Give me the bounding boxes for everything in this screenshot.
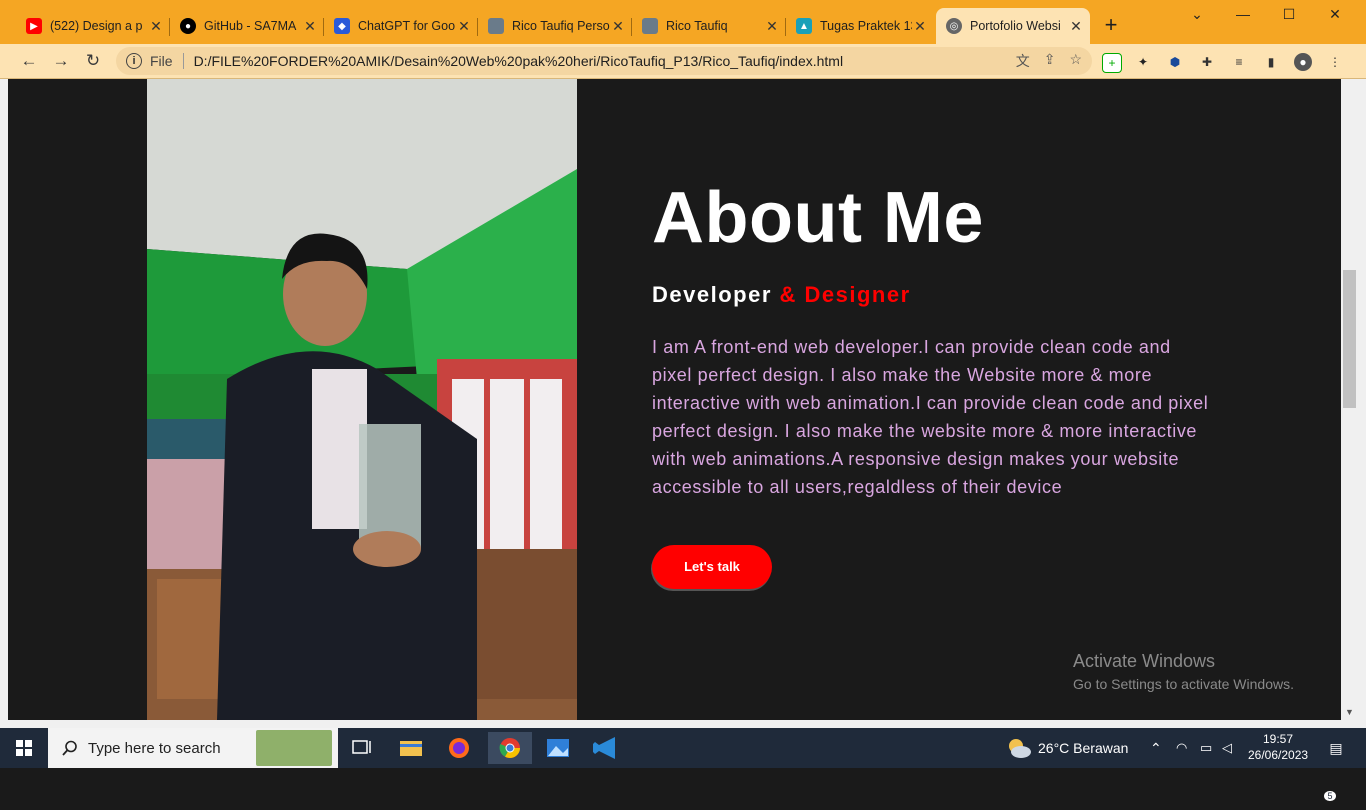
taskbar-clock[interactable]: 19:57 26/06/2023: [1248, 731, 1308, 763]
side-panel-icon[interactable]: ▮: [1262, 53, 1280, 71]
notification-icon: ▤: [1329, 740, 1343, 756]
scrollbar-thumb[interactable]: [1343, 270, 1356, 408]
search-highlight-image: [256, 730, 332, 766]
taskbar-search-box[interactable]: Type here to search: [48, 728, 338, 768]
search-icon: [62, 740, 77, 756]
extension-plus-icon[interactable]: +: [1102, 53, 1122, 73]
search-placeholder: Type here to search: [88, 739, 221, 757]
profile-photo: [147, 79, 577, 720]
activation-watermark-title: Activate Windows: [1073, 651, 1216, 671]
media-queue-icon[interactable]: ≡: [1230, 53, 1248, 71]
activation-watermark-subtitle: Go to Settings to activate Windows.: [1073, 676, 1294, 692]
tab-label: ChatGPT for Goo: [358, 19, 456, 33]
tab-youtube[interactable]: ▶ (522) Design a p ✕: [16, 8, 170, 44]
menu-kebab-icon[interactable]: ⋮: [1326, 53, 1344, 71]
profile-avatar[interactable]: ●: [1294, 53, 1312, 71]
info-icon[interactable]: i: [126, 53, 142, 69]
tab-portfolio[interactable]: ◎ Portofolio Websi ✕: [936, 8, 1090, 44]
classroom-icon: ▲: [796, 18, 812, 34]
close-icon[interactable]: ✕: [912, 18, 928, 35]
close-icon[interactable]: ✕: [302, 18, 318, 35]
window-right-edge: [1358, 79, 1366, 720]
role-accent: & Designer: [779, 282, 911, 307]
close-icon[interactable]: ✕: [456, 18, 472, 35]
close-icon[interactable]: ✕: [1068, 18, 1084, 35]
minimize-button[interactable]: —: [1220, 6, 1266, 28]
start-button[interactable]: [0, 728, 48, 768]
clock-date: 26/06/2023: [1248, 748, 1309, 762]
tab-search-chevron-icon[interactable]: ⌄: [1174, 6, 1220, 28]
lets-talk-button[interactable]: Let's talk: [652, 545, 772, 589]
page-scrollbar[interactable]: ▼: [1341, 79, 1358, 720]
chrome-icon[interactable]: [488, 732, 532, 764]
photos-icon[interactable]: [536, 732, 580, 764]
windows-taskbar: Type here to search 26°C Berawan ⌃ ◠ ▭ ◁…: [0, 728, 1366, 801]
notification-center-button[interactable]: ▤ 5: [1322, 728, 1350, 801]
scroll-down-arrow-icon[interactable]: ▼: [1345, 707, 1354, 717]
tab-chatgpt[interactable]: ◆ ChatGPT for Goo ✕: [324, 8, 478, 44]
window-bottom-edge: [0, 720, 1366, 728]
profile-photo-icon: [488, 18, 504, 34]
reload-button[interactable]: ↻: [82, 50, 104, 72]
firefox-icon[interactable]: [437, 732, 481, 764]
windows-logo-icon: [16, 740, 32, 756]
task-view-icon[interactable]: [340, 732, 384, 764]
clock-time: 19:57: [1262, 732, 1294, 746]
back-button[interactable]: ←: [18, 50, 40, 72]
address-bar[interactable]: i File D:/FILE%20FORDER%20AMIK/Desain%20…: [116, 47, 1092, 75]
vscode-icon[interactable]: [585, 732, 629, 764]
tab-rico[interactable]: Rico Taufiq ✕: [632, 8, 786, 44]
maximize-button[interactable]: ☐: [1266, 6, 1312, 28]
close-icon[interactable]: ✕: [764, 18, 780, 35]
file-explorer-icon[interactable]: [389, 732, 433, 764]
weather-text[interactable]: 26°C Berawan: [1038, 728, 1128, 768]
role-primary: Developer: [652, 282, 772, 307]
tray-chevron-icon[interactable]: ⌃: [1150, 728, 1162, 768]
extensions-puzzle-icon[interactable]: ✚: [1198, 53, 1216, 71]
extension-hexagon-icon[interactable]: ⬢: [1166, 53, 1184, 71]
battery-icon[interactable]: ▭: [1200, 728, 1212, 768]
tab-label: (522) Design a p: [50, 19, 143, 33]
profile-photo-icon: [642, 18, 658, 34]
extension-bird-icon[interactable]: ✦: [1134, 53, 1152, 71]
globe-icon: ◎: [946, 18, 962, 34]
close-window-button[interactable]: ✕: [1312, 6, 1358, 28]
tab-strip: ▶ (522) Design a p ✕ ● GitHub - SA7MA ✕ …: [0, 0, 1366, 44]
share-icon[interactable]: ⇪: [1044, 51, 1056, 71]
notification-count-badge: 5: [1324, 791, 1336, 801]
tab-label: Portofolio Websi: [970, 19, 1061, 33]
tab-label: Rico Taufiq: [666, 19, 728, 33]
translate-icon[interactable]: 文: [1016, 51, 1030, 71]
tab-tugas[interactable]: ▲ Tugas Praktek 13 ✕: [786, 8, 934, 44]
github-icon: ●: [180, 18, 196, 34]
url-text[interactable]: D:/FILE%20FORDER%20AMIK/Desain%20Web%20p…: [194, 53, 844, 69]
tab-label: Rico Taufiq Perso: [512, 19, 610, 33]
tab-github[interactable]: ● GitHub - SA7MA ✕: [170, 8, 324, 44]
tab-label: GitHub - SA7MA: [204, 19, 297, 33]
tab-label: Tugas Praktek 13: [820, 19, 912, 33]
close-icon[interactable]: ✕: [610, 18, 626, 35]
close-icon[interactable]: ✕: [148, 18, 164, 35]
divider: [182, 53, 184, 69]
new-tab-button[interactable]: +: [1098, 12, 1124, 38]
volume-icon[interactable]: ◁: [1222, 728, 1232, 768]
youtube-icon: ▶: [26, 18, 42, 34]
wifi-icon[interactable]: ◠: [1176, 728, 1187, 768]
weather-icon[interactable]: [1004, 728, 1036, 768]
about-description: I am A front-end web developer.I can pro…: [652, 337, 1209, 497]
forward-button[interactable]: →: [50, 50, 72, 72]
bookmark-star-icon[interactable]: ☆: [1069, 51, 1082, 71]
role-subtitle: Developer & Designer: [652, 282, 911, 308]
tab-rico-personal[interactable]: Rico Taufiq Perso ✕: [478, 8, 632, 44]
about-section: About Me Developer & Designer I am A fro…: [8, 79, 1341, 720]
scheme-label: File: [150, 53, 173, 69]
page-title: About Me: [652, 178, 984, 258]
browser-toolbar: ← → ↻ i File D:/FILE%20FORDER%20AMIK/Des…: [0, 44, 1366, 79]
chatgpt-ext-icon: ◆: [334, 18, 350, 34]
window-left-edge: [0, 79, 8, 720]
